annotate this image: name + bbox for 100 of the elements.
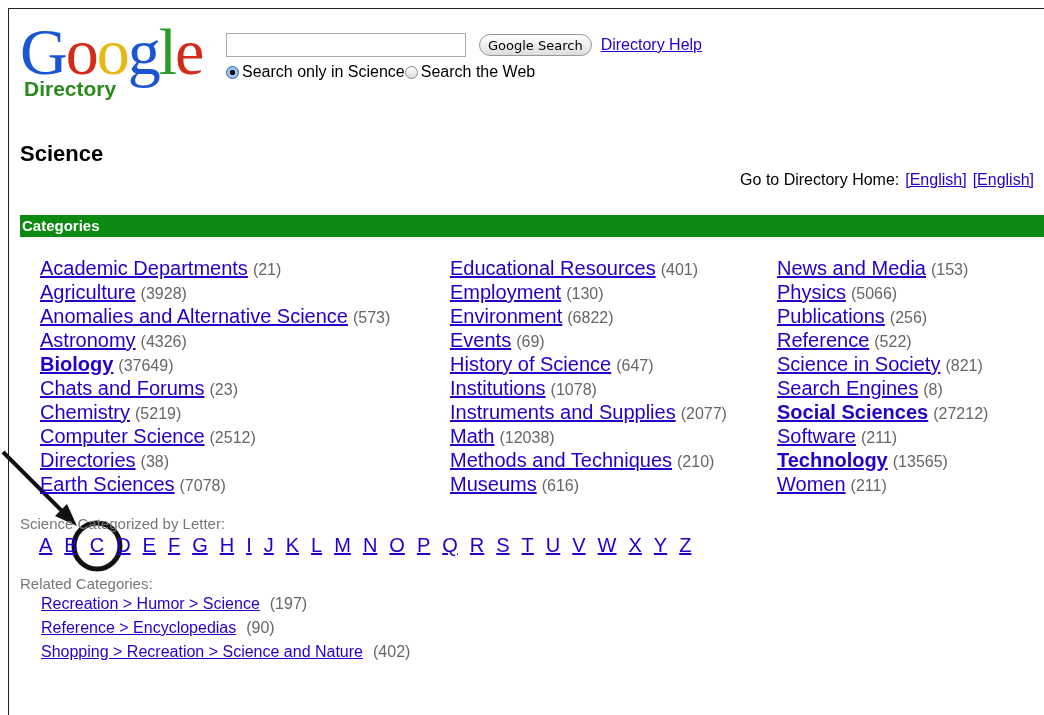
letter-link[interactable]: S: [496, 534, 510, 556]
item-count: (69): [516, 333, 545, 350]
item-count: (153): [930, 261, 969, 278]
item-count: (522): [874, 333, 912, 350]
item-count: (2512): [209, 429, 256, 446]
category-link[interactable]: Environment: [450, 305, 563, 327]
radio-button[interactable]: [404, 65, 418, 79]
radio-label: Search the Web: [420, 63, 536, 81]
related-link[interactable]: Shopping > Recreation > Science and Nature: [41, 643, 363, 661]
category-link[interactable]: Methods and Techniques: [450, 449, 672, 471]
category-link[interactable]: Chemistry: [40, 401, 130, 423]
category-link[interactable]: Employment: [450, 281, 562, 303]
item-count: (90): [246, 619, 275, 637]
letter-link[interactable]: X: [628, 534, 642, 556]
item-count: (401): [660, 261, 699, 278]
item-count: (6822): [567, 309, 614, 326]
category-link[interactable]: History of Science: [450, 353, 612, 375]
category-link[interactable]: Events: [450, 329, 512, 351]
item-count: (27212): [933, 405, 989, 422]
category-link[interactable]: Institutions: [450, 377, 546, 399]
letter-link[interactable]: F: [167, 534, 181, 556]
item-count: (616): [541, 477, 580, 494]
section-label: Related Categories:: [20, 575, 154, 592]
item-count: (2077): [680, 405, 727, 422]
letter-link[interactable]: G: [192, 534, 208, 556]
category-link[interactable]: Directories: [40, 449, 136, 471]
item-count: (210): [677, 453, 715, 470]
letter-link[interactable]: Z: [679, 534, 692, 556]
letter-link[interactable]: K: [285, 534, 300, 556]
category-link[interactable]: Instruments and Supplies: [450, 401, 676, 423]
item-count: (23): [209, 381, 238, 398]
category-link[interactable]: Agriculture: [40, 281, 136, 303]
category-link[interactable]: Museums: [450, 473, 537, 495]
category-link[interactable]: Physics: [777, 281, 846, 303]
item-count: (821): [945, 357, 983, 374]
letter-link[interactable]: Y: [653, 534, 668, 556]
item-count: (7078): [179, 477, 226, 494]
category-link[interactable]: Search Engines: [777, 377, 919, 399]
item-count: (211): [850, 477, 887, 494]
related-link[interactable]: Reference > Encyclopedias: [41, 619, 237, 637]
letter-link[interactable]: N: [362, 534, 378, 556]
item-count: (256): [889, 309, 928, 326]
category-link[interactable]: Social Sciences: [777, 401, 929, 423]
home-label: Go to Directory Home:: [740, 171, 900, 189]
help-link[interactable]: Directory Help: [600, 36, 702, 54]
category-link[interactable]: Reference: [777, 329, 870, 351]
category-link[interactable]: News and Media: [777, 257, 926, 279]
search-field[interactable]: [226, 33, 466, 57]
item-count: (12038): [499, 429, 555, 446]
letter-link[interactable]: O: [389, 534, 405, 556]
page-heading: Science: [20, 141, 105, 167]
letter-link[interactable]: A: [39, 534, 53, 556]
item-count: (573): [352, 309, 391, 326]
item-count: (21): [252, 261, 282, 278]
category-link[interactable]: Publications: [777, 305, 885, 327]
category-link[interactable]: Women: [777, 473, 846, 495]
item-count: (5219): [135, 405, 182, 422]
letter-link[interactable]: P: [416, 534, 431, 556]
item-count: (4326): [140, 333, 187, 350]
letter-link[interactable]: J: [263, 534, 274, 556]
item-count: (8): [923, 381, 943, 398]
item-count: (38): [140, 453, 170, 470]
item-count: (130): [566, 285, 604, 302]
letter-link[interactable]: T: [521, 534, 534, 556]
category-link[interactable]: Biology: [40, 353, 114, 375]
language-link[interactable]: [English]: [972, 171, 1034, 189]
category-link[interactable]: Anomalies and Alternative Science: [40, 305, 348, 327]
radio-button[interactable]: [226, 65, 239, 79]
letter-link[interactable]: Q: [442, 534, 458, 556]
section-header: Categories: [20, 215, 1044, 237]
letter-link[interactable]: W: [597, 534, 617, 556]
category-link[interactable]: Technology: [777, 449, 888, 471]
category-link[interactable]: Science in Society: [777, 353, 941, 375]
item-count: (5066): [850, 285, 898, 302]
item-count: (211): [860, 429, 898, 446]
item-count: (197): [269, 595, 308, 613]
letter-link[interactable]: M: [334, 534, 351, 556]
category-link[interactable]: Math: [450, 425, 495, 447]
category-link[interactable]: Computer Science: [40, 425, 205, 447]
letter-link[interactable]: R: [469, 534, 485, 556]
letter-link[interactable]: I: [246, 534, 252, 556]
logo-subtitle: Directory: [24, 77, 117, 101]
category-link[interactable]: Chats and Forums: [40, 377, 205, 399]
letter-link[interactable]: E: [142, 534, 156, 556]
related-link[interactable]: Recreation > Humor > Science: [41, 595, 260, 613]
category-link[interactable]: Software: [777, 425, 856, 447]
radio-label: Search only in Science: [242, 63, 405, 81]
letter-link[interactable]: H: [219, 534, 235, 556]
language-link[interactable]: [English]: [905, 171, 967, 189]
letter-link[interactable]: L: [311, 534, 323, 556]
item-count: (3928): [140, 285, 187, 302]
category-link[interactable]: Academic Departments: [40, 257, 248, 279]
item-count: (402): [373, 643, 411, 661]
category-link[interactable]: Astronomy: [40, 329, 136, 351]
category-link[interactable]: Earth Sciences: [40, 473, 175, 495]
letter-link[interactable]: V: [572, 534, 586, 556]
letter-link[interactable]: C: [89, 534, 105, 556]
search-button[interactable]: Google Search: [479, 34, 592, 56]
category-link[interactable]: Educational Resources: [450, 257, 656, 279]
letter-link[interactable]: U: [545, 534, 561, 556]
